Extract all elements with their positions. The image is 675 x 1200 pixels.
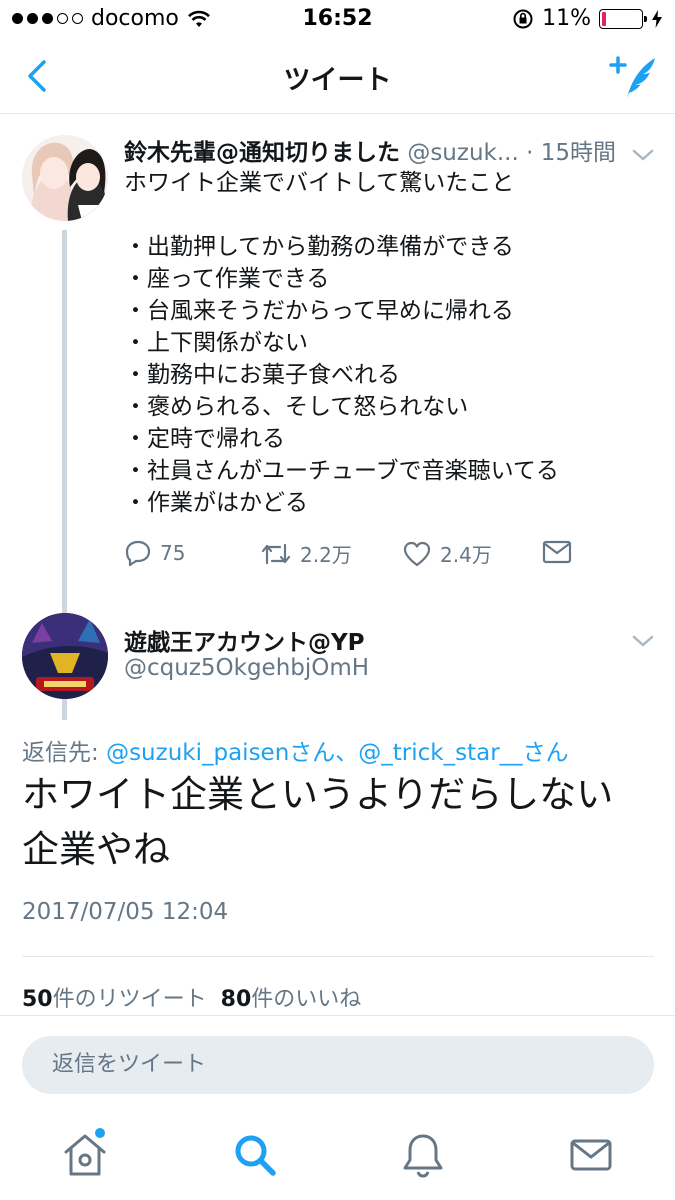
mention-separator: 、	[335, 740, 359, 766]
retweet-total: 50	[22, 987, 53, 1012]
envelope-icon	[542, 540, 572, 564]
reply-count: 75	[160, 541, 186, 565]
divider	[0, 1015, 675, 1016]
tweet-text-line: ・座って作業できる	[124, 266, 330, 292]
battery-percent: 11%	[542, 6, 591, 31]
author-handle[interactable]: @suzuk...	[407, 140, 518, 166]
parent-tweet[interactable]: 鈴木先輩@通知切りました @suzuk... · 15時間 ホワイト企業でバイト…	[0, 115, 675, 720]
reply-button[interactable]: 75	[124, 539, 185, 567]
navigation-bar: ツイート	[0, 40, 675, 114]
search-icon[interactable]	[230, 1130, 280, 1180]
like-button[interactable]: 2.4万	[402, 539, 492, 568]
tweet-text-line: ・作業がはかどる	[124, 490, 308, 516]
home-icon[interactable]	[60, 1130, 110, 1180]
retweet-button[interactable]: 2.2万	[260, 539, 352, 568]
retweet-count: 2.2万	[300, 543, 352, 567]
mention-link[interactable]: @_trick_star__さん	[358, 740, 568, 766]
orientation-lock-icon	[513, 9, 533, 28]
author-name[interactable]: 鈴木先輩@通知切りました	[124, 140, 400, 166]
mention-link[interactable]: @suzuki_paisenさん	[106, 740, 335, 766]
author-handle[interactable]: @cquz5OkgehbjOmH	[124, 655, 369, 681]
page-title: ツイート	[283, 65, 392, 96]
likes-stat[interactable]: 80件のいいね	[221, 987, 362, 1012]
retweet-icon	[261, 543, 291, 564]
avatar-illustration	[22, 613, 108, 699]
tweet-text-line: ・出勤押してから勤務の準備ができる	[124, 234, 514, 260]
reply-to-line: 返信先: @suzuki_paisenさん、@_trick_star__さん	[22, 733, 569, 767]
tab-bar	[0, 1110, 675, 1200]
reply-input[interactable]: 返信をツイート	[22, 1036, 654, 1094]
tweet-text-line: 企業やね	[22, 828, 170, 871]
tweet-time: · 15時間	[526, 140, 616, 166]
notification-dot	[95, 1128, 105, 1138]
tweet-text: ホワイト企業というよりだらしない 企業やね	[22, 767, 652, 877]
tweet-text-line: ・台風来そうだからって早めに帰れる	[124, 298, 514, 324]
tweet-text-line: ・褒められる、そして怒られない	[124, 394, 469, 420]
status-right: 11%	[512, 6, 663, 31]
tweet-text-line: ・社員さんがユーチューブで音楽聴いてる	[124, 458, 559, 484]
reply-icon	[125, 540, 151, 567]
bell-icon[interactable]	[398, 1130, 448, 1180]
avatar[interactable]	[22, 613, 108, 699]
tweet-text-line: ・定時で帰れる	[124, 426, 285, 452]
tweet-header: 鈴木先輩@通知切りました @suzuk... · 15時間	[124, 133, 664, 167]
tweet-timestamp: 2017/07/05 12:04	[22, 899, 229, 925]
tweet-text: ホワイト企業でバイトして驚いたこと ・出勤押してから勤務の準備ができる ・座って…	[124, 167, 664, 519]
tweet-text-line	[124, 199, 664, 231]
direct-message-button[interactable]	[542, 539, 572, 565]
charging-icon	[652, 9, 662, 28]
chevron-down-icon[interactable]	[631, 145, 655, 165]
avatar-illustration	[22, 135, 108, 221]
battery-icon	[599, 8, 647, 29]
retweet-label: 件のリツイート	[52, 987, 207, 1012]
author-name[interactable]: 遊戯王アカウント@YP	[124, 623, 365, 657]
divider	[22, 956, 654, 957]
tweet-text-line: ・勤務中にお菓子食べれる	[124, 362, 400, 388]
like-label: 件のいいね	[251, 987, 362, 1012]
avatar[interactable]	[22, 135, 108, 221]
battery-level	[602, 11, 606, 26]
like-total: 80	[220, 987, 252, 1012]
reply-to-label: 返信先:	[22, 740, 107, 766]
chevron-down-icon[interactable]	[631, 631, 655, 651]
status-bar: docomo 16:52 11%	[0, 0, 675, 40]
like-count: 2.4万	[440, 543, 492, 567]
retweets-stat[interactable]: 50件のリツイート	[22, 987, 207, 1012]
reply-input-placeholder: 返信をツイート	[52, 1052, 207, 1077]
heart-icon	[403, 541, 431, 566]
engagement-stats: 50件のリツイート 80件のいいね	[22, 981, 361, 1013]
envelope-icon[interactable]	[566, 1130, 616, 1180]
tweet-text-line: ホワイト企業というよりだらしない	[22, 773, 614, 816]
tweet-actions: 75 2.2万 2.4万	[124, 539, 584, 575]
tweet-text-line: ホワイト企業でバイトして驚いたこと	[124, 170, 515, 196]
compose-tweet-icon[interactable]	[609, 52, 659, 102]
tweet-text-line: ・上下関係がない	[124, 330, 308, 356]
